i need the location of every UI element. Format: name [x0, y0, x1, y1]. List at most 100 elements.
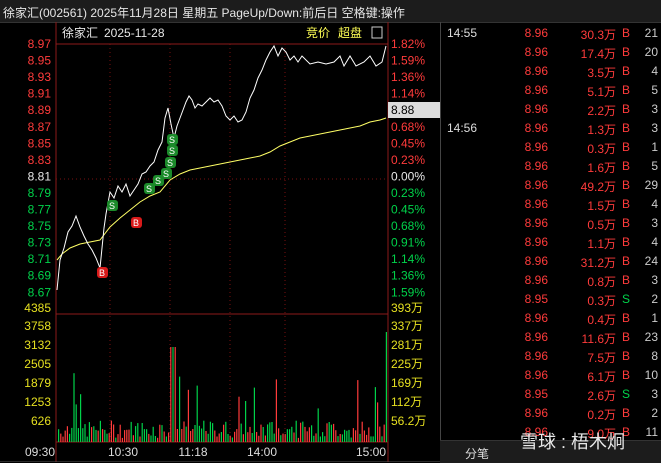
tick-side: S	[621, 292, 630, 306]
tick-list[interactable]: 14:55 8.96 30.3万 B 21 8.96 17.4万 B 20 8.96 3.5万 B 4 8…	[440, 22, 661, 462]
tick-price: 8.96	[524, 235, 548, 249]
tick-row[interactable]: 8.96 1.1万 B 4	[441, 233, 661, 252]
volume-bar	[77, 428, 79, 442]
intraday-chart[interactable]: SSSSSSSBB 8.97 1.82%8.95 1.59%8.93 1.36%8.9…	[0, 22, 440, 462]
tick-count: 5	[651, 159, 658, 173]
split-tab[interactable]: 分笔	[465, 445, 489, 462]
expand-icon[interactable]	[371, 26, 383, 39]
sell-marker[interactable]: S	[107, 200, 118, 211]
volume-bar	[154, 436, 156, 442]
tick-row[interactable]: 8.96 7.5万 B 8	[441, 347, 661, 366]
volume-axis-label: 2505	[24, 357, 51, 371]
volume-bar	[148, 433, 150, 442]
tick-row[interactable]: 8.96 0.3万 B 1	[441, 138, 661, 157]
sell-marker[interactable]: S	[167, 145, 178, 156]
volume-bar	[359, 433, 361, 442]
volume-bar	[344, 429, 346, 442]
volume-bar	[185, 426, 187, 442]
tick-row[interactable]: 8.96 3.5万 B 4	[441, 62, 661, 81]
tick-row[interactable]: 8.96 0.2万 B 2	[441, 404, 661, 423]
tick-row[interactable]: 8.96 17.4万 B 20	[441, 43, 661, 62]
tick-row[interactable]: 8.96 31.2万 B 24	[441, 252, 661, 271]
tick-volume: 0.5万	[587, 218, 616, 232]
tick-row[interactable]: 14:55 8.96 30.3万 B 21	[441, 24, 661, 43]
tick-price: 8.95	[524, 292, 548, 306]
volume-bar	[236, 429, 238, 442]
tick-side: B	[621, 216, 630, 230]
volume-bar	[152, 426, 154, 442]
tick-row[interactable]: 8.96 0.5万 B 3	[441, 214, 661, 233]
price-axis-label: 8.79	[28, 186, 52, 200]
tick-volume: 0.3万	[587, 142, 616, 156]
volume-bar	[117, 434, 119, 442]
price-axis-label: 8.97	[28, 37, 52, 51]
volume-bar	[260, 424, 262, 442]
tick-count: 2	[651, 292, 658, 306]
svg-text:S: S	[167, 158, 173, 168]
title-bar: 徐家汇(002561) 2025年11月28日 星期五 PageUp/Down:…	[0, 0, 661, 23]
volume-axis-label-right: 169万	[391, 376, 423, 390]
superplate-toggle[interactable]: 超盘	[338, 25, 362, 40]
pct-axis-label: 1.82%	[391, 37, 425, 51]
volume-bar	[352, 428, 354, 442]
tick-price: 8.96	[524, 83, 548, 97]
volume-bar	[335, 430, 337, 442]
auction-toggle[interactable]: 竞价	[306, 26, 330, 40]
volume-bar	[115, 437, 117, 442]
tick-side: B	[621, 311, 630, 325]
tick-row[interactable]: 14:56 8.96 1.3万 B 3	[441, 119, 661, 138]
tick-count: 11	[645, 425, 658, 439]
tick-row[interactable]: 8.96 0.8万 B 3	[441, 271, 661, 290]
tick-volume: 1.6万	[587, 161, 616, 175]
tick-row[interactable]: 8.95 2.6万 S 3	[441, 385, 661, 404]
tick-row[interactable]: 8.96 1.5万 B 4	[441, 195, 661, 214]
sell-marker[interactable]: S	[167, 134, 178, 145]
tick-count: 24	[644, 254, 658, 268]
sell-marker[interactable]: S	[161, 168, 172, 179]
volume-bar	[209, 421, 211, 442]
volume-bar	[124, 430, 126, 442]
svg-text:B: B	[133, 218, 139, 228]
tick-time: 14:56	[447, 121, 478, 135]
tick-side: B	[621, 140, 630, 154]
tick-row[interactable]: 8.96 5.1万 B 5	[441, 81, 661, 100]
volume-bar	[66, 426, 68, 442]
volume-bar	[374, 387, 376, 442]
volume-bar	[108, 433, 110, 442]
volume-bar	[91, 427, 93, 442]
buy-marker[interactable]: B	[131, 217, 142, 228]
tick-volume: 31.2万	[580, 256, 616, 270]
pct-axis-label: 1.36%	[391, 269, 425, 283]
sell-marker[interactable]: S	[165, 157, 176, 168]
volume-bar	[271, 422, 273, 442]
pct-axis-label: 0.23%	[391, 186, 425, 200]
volume-bar	[181, 429, 183, 442]
tick-row[interactable]: 8.96 49.2万 B 29	[441, 176, 661, 195]
volume-axis-label: 4385	[24, 301, 51, 315]
volume-bar	[264, 435, 266, 442]
tick-price: 8.96	[524, 216, 548, 230]
tick-row[interactable]: 8.96 0.4万 B 1	[441, 309, 661, 328]
volume-bar	[135, 426, 137, 442]
tick-row[interactable]: 8.96 6.1万 B 10	[441, 366, 661, 385]
volume-bar	[278, 428, 280, 442]
sell-marker[interactable]: S	[144, 183, 155, 194]
tick-row[interactable]: 8.95 0.3万 S 2	[441, 290, 661, 309]
volume-bar	[126, 429, 128, 442]
volume-bar	[249, 426, 251, 442]
volume-bar	[291, 426, 293, 442]
volume-bar	[297, 437, 299, 442]
volume-axis-label: 3758	[24, 319, 51, 333]
volume-bar	[377, 402, 379, 442]
volume-bar	[80, 394, 82, 442]
volume-bar	[383, 424, 385, 442]
window-title: 徐家汇(002561) 2025年11月28日 星期五 PageUp/Down:…	[3, 6, 405, 20]
tick-row[interactable]: 8.96 11.6万 B 23	[441, 328, 661, 347]
price-axis-label: 8.87	[28, 120, 52, 134]
pct-axis-label: 0.91%	[391, 236, 425, 250]
pct-axis-label: 0.68%	[391, 120, 425, 134]
tick-row[interactable]: 8.96 2.2万 B 3	[441, 100, 661, 119]
volume-bar	[225, 421, 227, 442]
buy-marker[interactable]: B	[97, 267, 108, 278]
tick-row[interactable]: 8.96 1.6万 B 5	[441, 157, 661, 176]
